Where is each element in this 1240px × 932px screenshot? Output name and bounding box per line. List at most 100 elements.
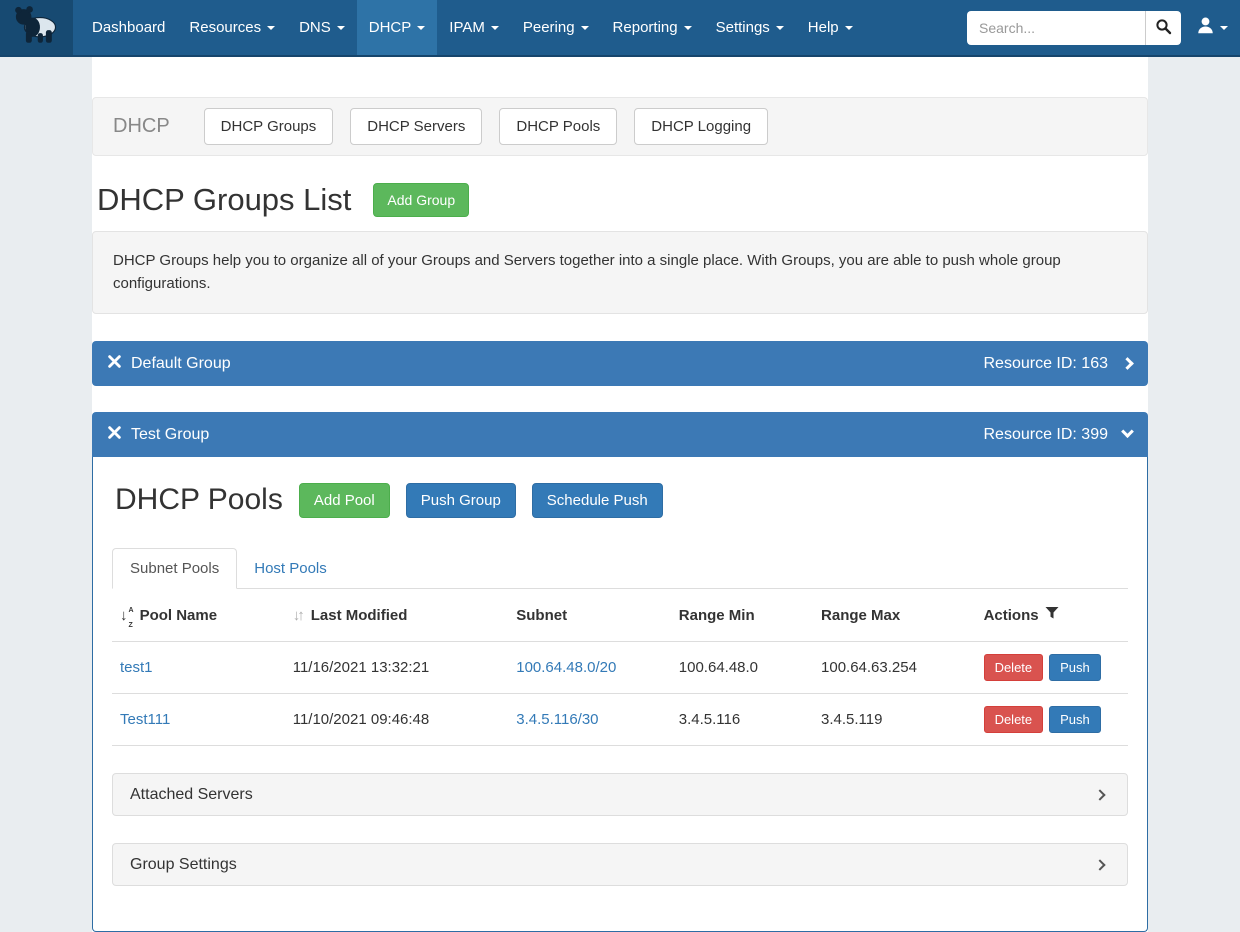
caret-down-icon (684, 26, 692, 30)
dhcp-groups-button[interactable]: DHCP Groups (204, 108, 334, 145)
search-button[interactable] (1145, 11, 1181, 45)
last-modified-value: 11/16/2021 13:32:21 (293, 659, 430, 676)
tab-host-pools[interactable]: Host Pools (237, 549, 344, 588)
nav-item-dns[interactable]: DNS (287, 0, 357, 55)
caret-down-icon (337, 26, 345, 30)
description-well: DHCP Groups help you to organize all of … (92, 231, 1148, 314)
caret-down-icon (267, 26, 275, 30)
nav-item-settings[interactable]: Settings (704, 0, 796, 55)
chevron-right-icon (1094, 789, 1105, 800)
pools-tabs: Subnet Pools Host Pools (112, 548, 1128, 589)
caret-down-icon (417, 26, 425, 30)
pool-name-link[interactable]: Test111 (120, 711, 170, 728)
close-icon[interactable] (108, 426, 121, 444)
pools-heading-row: DHCP Pools Add Pool Push Group Schedule … (115, 482, 1128, 518)
top-navbar: Dashboard Resources DNS DHCP IPAM Peerin… (0, 0, 1240, 57)
search-icon (1155, 18, 1172, 38)
description-text: DHCP Groups help you to organize all of … (113, 252, 1061, 292)
panda-logo-icon (13, 5, 61, 50)
nav-item-label: Settings (716, 19, 770, 36)
last-modified-value: 11/10/2021 09:46:48 (293, 711, 430, 728)
caret-down-icon (776, 26, 784, 30)
subnet-pools-table: Pool Name Last Modified Subnet (112, 589, 1128, 746)
caret-down-icon (1220, 26, 1228, 30)
nav-item-label: Peering (523, 19, 575, 36)
nav-item-peering[interactable]: Peering (511, 0, 601, 55)
chevron-right-icon (1121, 357, 1134, 370)
range-max-value: 3.4.5.119 (821, 711, 882, 728)
subnav-title: DHCP (113, 115, 170, 138)
group-name: Test Group (131, 426, 209, 444)
tab-subnet-pools[interactable]: Subnet Pools (112, 548, 237, 589)
search-input[interactable] (967, 11, 1145, 45)
accordion-label: Group Settings (130, 856, 237, 874)
caret-down-icon (491, 26, 499, 30)
push-group-button[interactable]: Push Group (406, 483, 516, 518)
nav-item-dashboard[interactable]: Dashboard (80, 0, 177, 55)
search-group (967, 11, 1181, 45)
add-pool-button[interactable]: Add Pool (299, 483, 390, 518)
title-row: DHCP Groups List Add Group (97, 182, 1148, 218)
pools-title: DHCP Pools (115, 483, 283, 517)
user-menu[interactable] (1194, 12, 1230, 44)
chevron-right-icon (1094, 859, 1105, 870)
push-button[interactable]: Push (1049, 654, 1101, 681)
brand-logo[interactable] (0, 0, 73, 55)
nav-item-label: DHCP (369, 19, 412, 36)
caret-down-icon (581, 26, 589, 30)
test-group-panel-body: DHCP Pools Add Pool Push Group Schedule … (92, 457, 1148, 932)
group-name: Default Group (131, 355, 231, 373)
col-header-label: Range Max (821, 607, 900, 624)
group-settings-accordion[interactable]: Group Settings (112, 843, 1128, 886)
col-header-pool-name[interactable]: Pool Name (112, 589, 285, 642)
nav-item-label: Reporting (613, 19, 678, 36)
attached-servers-accordion[interactable]: Attached Servers (112, 773, 1128, 816)
col-header-label: Actions (984, 607, 1039, 624)
sort-icon (293, 607, 305, 624)
col-header-actions[interactable]: Actions (976, 589, 1128, 642)
table-row: test1 11/16/2021 13:32:21 100.64.48.0/20… (112, 642, 1128, 694)
nav-item-ipam[interactable]: IPAM (437, 0, 511, 55)
page-title: DHCP Groups List (97, 182, 351, 218)
dhcp-logging-button[interactable]: DHCP Logging (634, 108, 768, 145)
nav-item-resources[interactable]: Resources (177, 0, 287, 55)
nav-item-label: Resources (189, 19, 261, 36)
table-row: Test111 11/10/2021 09:46:48 3.4.5.116/30… (112, 694, 1128, 746)
push-button[interactable]: Push (1049, 706, 1101, 733)
col-header-range-max[interactable]: Range Max (813, 589, 976, 642)
col-header-range-min[interactable]: Range Min (671, 589, 813, 642)
caret-down-icon (845, 26, 853, 30)
subnet-link[interactable]: 100.64.48.0/20 (516, 659, 616, 676)
range-min-value: 3.4.5.116 (679, 711, 740, 728)
group-header-test-group[interactable]: Test Group Resource ID: 399 (92, 412, 1148, 457)
nav-item-reporting[interactable]: Reporting (601, 0, 704, 55)
resource-id-label: Resource ID: 163 (983, 355, 1108, 373)
range-max-value: 100.64.63.254 (821, 659, 917, 676)
schedule-push-button[interactable]: Schedule Push (532, 483, 663, 518)
filter-icon[interactable] (1045, 606, 1059, 624)
nav-item-help[interactable]: Help (796, 0, 865, 55)
pool-name-link[interactable]: test1 (120, 659, 153, 676)
delete-button[interactable]: Delete (984, 654, 1044, 681)
col-header-last-modified[interactable]: Last Modified (285, 589, 509, 642)
close-icon[interactable] (108, 355, 121, 373)
subnet-link[interactable]: 3.4.5.116/30 (516, 711, 598, 728)
resource-id-label: Resource ID: 399 (983, 426, 1108, 444)
table-header-row: Pool Name Last Modified Subnet (112, 589, 1128, 642)
dhcp-servers-button[interactable]: DHCP Servers (350, 108, 482, 145)
user-icon (1196, 16, 1215, 40)
sort-alpha-asc-icon (120, 600, 134, 630)
dhcp-pools-button[interactable]: DHCP Pools (499, 108, 617, 145)
delete-button[interactable]: Delete (984, 706, 1044, 733)
col-header-subnet[interactable]: Subnet (508, 589, 671, 642)
col-header-label: Subnet (516, 607, 567, 624)
group-header-right: Resource ID: 163 (983, 355, 1132, 373)
range-min-value: 100.64.48.0 (679, 659, 758, 676)
nav-item-dhcp[interactable]: DHCP (357, 0, 438, 55)
col-header-label: Last Modified (311, 607, 408, 624)
accordion-label: Attached Servers (130, 786, 253, 804)
dhcp-subnav: DHCP DHCP Groups DHCP Servers DHCP Pools… (92, 97, 1148, 156)
group-header-right: Resource ID: 399 (983, 426, 1132, 444)
group-header-default-group[interactable]: Default Group Resource ID: 163 (92, 341, 1148, 386)
add-group-button[interactable]: Add Group (373, 183, 469, 217)
